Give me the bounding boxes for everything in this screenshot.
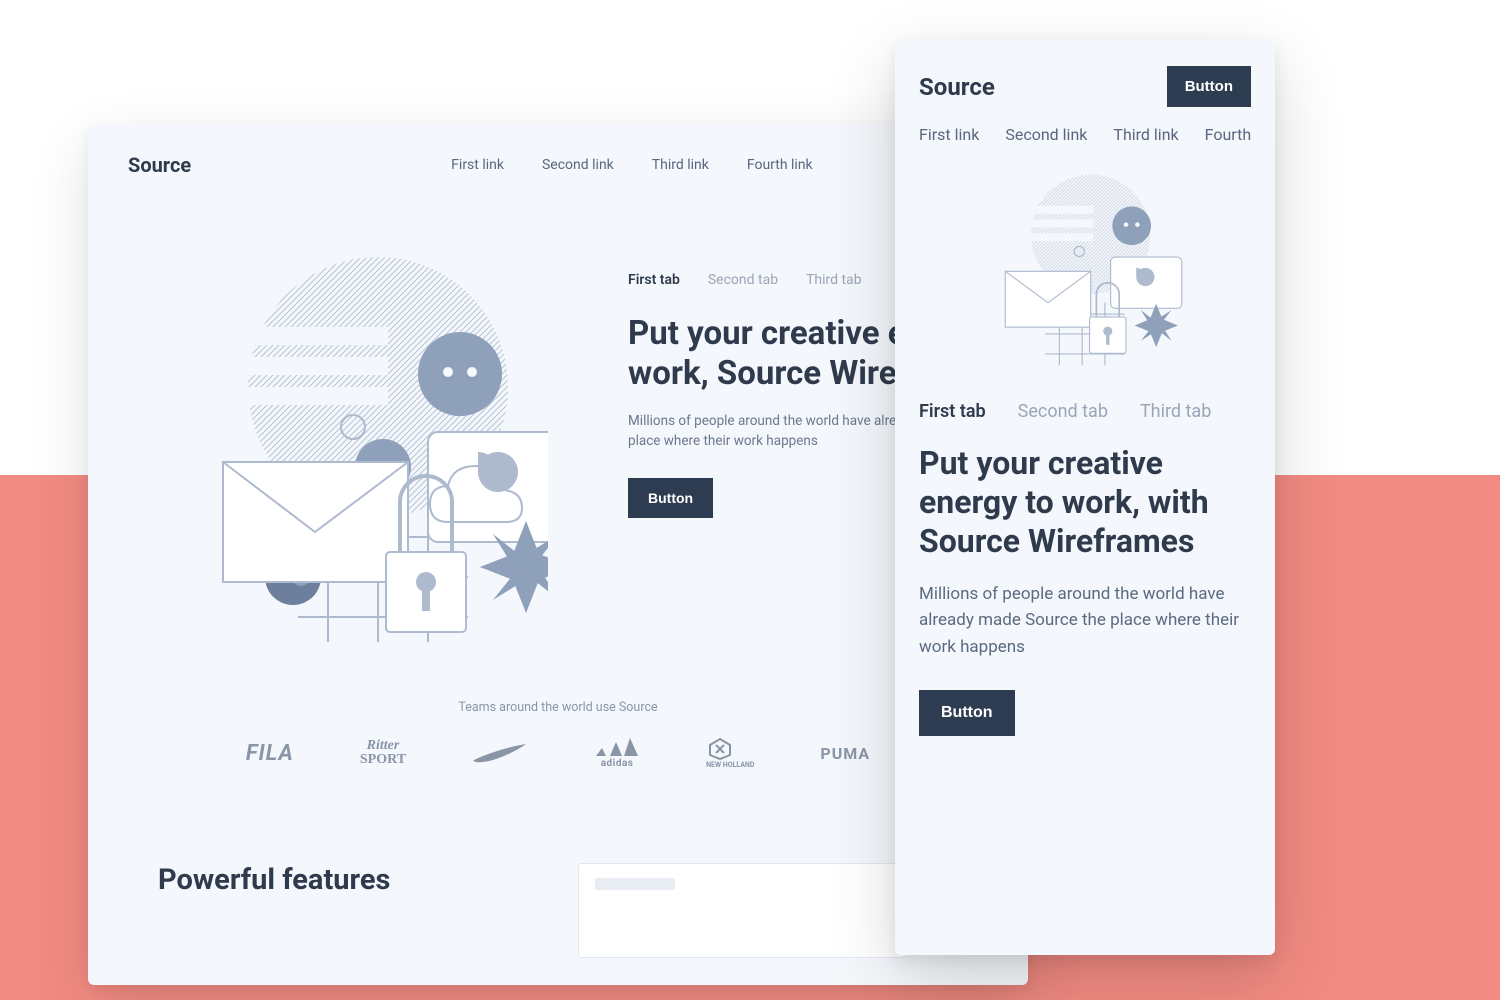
tab-third[interactable]: Third tab — [806, 272, 862, 288]
desktop-header: Source First link Second link Third link… — [88, 125, 1028, 177]
desktop-preview-card: Source First link Second link Third link… — [88, 125, 1028, 985]
brand-logo-adidas: adidas — [594, 738, 640, 769]
desktop-nav: First link Second link Third link Fourth… — [451, 157, 813, 173]
nav-link-2[interactable]: Second link — [1005, 125, 1087, 144]
tab-second[interactable]: Second tab — [1018, 401, 1108, 422]
brand-logo-ritter: Ritter SPORT — [360, 739, 406, 767]
feature-card-placeholder — [578, 863, 908, 958]
illus-envelope-icon — [223, 462, 408, 582]
hero-cta-button[interactable]: Button — [919, 690, 1015, 736]
hero-illustration — [965, 166, 1205, 371]
brand-logo[interactable]: Source — [919, 73, 995, 101]
nav-link-1[interactable]: First link — [919, 125, 979, 144]
tab-first[interactable]: First tab — [919, 401, 986, 422]
mobile-header-button[interactable]: Button — [1167, 66, 1251, 107]
mobile-tabs: First tab Second tab Third tab — [919, 401, 1251, 422]
teams-section: Teams around the world use Source FILA R… — [88, 700, 1028, 769]
nav-link-3[interactable]: Third link — [1113, 125, 1178, 144]
desktop-hero: First tab Second tab Third tab Put your … — [88, 177, 1028, 652]
teams-caption: Teams around the world use Source — [88, 700, 1028, 715]
hero-subtext: Millions of people around the world have… — [919, 581, 1251, 660]
mobile-header: Source Button — [919, 66, 1251, 107]
nav-link-2[interactable]: Second link — [542, 157, 614, 173]
brand-logo-nike — [472, 742, 528, 764]
brand-logo-fila: FILA — [246, 741, 294, 766]
tab-second[interactable]: Second tab — [708, 272, 778, 288]
features-section: Powerful features — [88, 769, 1028, 958]
mobile-preview-card: Source Button First link Second link Thi… — [895, 40, 1275, 955]
mobile-nav[interactable]: First link Second link Third link Fourth… — [919, 125, 1251, 144]
illus-face-icon — [418, 332, 502, 416]
features-title: Powerful features — [158, 863, 498, 958]
brand-logos-row: FILA Ritter SPORT adidas NEW HOLLAND PUM… — [88, 737, 1028, 769]
nav-link-3[interactable]: Third link — [652, 157, 709, 173]
hero-illustration — [128, 232, 548, 652]
tab-first[interactable]: First tab — [628, 272, 680, 288]
hero-cta-button[interactable]: Button — [628, 478, 713, 518]
nav-link-4[interactable]: Fourth link — [747, 157, 813, 173]
brand-logo-newholland: NEW HOLLAND — [706, 737, 754, 769]
nav-link-1[interactable]: First link — [451, 157, 504, 173]
brand-logo-puma: PUMA — [820, 744, 870, 763]
brand-logo[interactable]: Source — [128, 153, 191, 177]
placeholder-bar-icon — [595, 878, 675, 890]
nav-link-4[interactable]: Fourth link — [1205, 125, 1251, 144]
hero-headline: Put your creative energy to work, with S… — [919, 444, 1251, 561]
tab-third[interactable]: Third tab — [1140, 401, 1211, 422]
